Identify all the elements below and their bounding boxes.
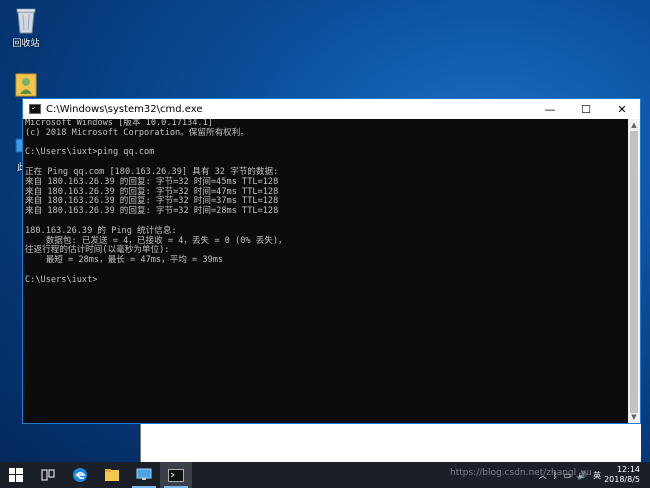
remote-desktop-button[interactable]	[128, 462, 160, 488]
start-button[interactable]	[0, 462, 32, 488]
clock-date: 2018/8/5	[604, 475, 640, 484]
cmd-window[interactable]: C:\Windows\system32\cmd.exe — ☐ ✕ Micros…	[22, 98, 641, 424]
close-button[interactable]: ✕	[604, 99, 640, 119]
edge-button[interactable]	[64, 462, 96, 488]
file-explorer-icon	[105, 469, 119, 481]
ime-indicator[interactable]: 英	[593, 470, 601, 481]
scroll-up-icon[interactable]: ▲	[628, 119, 640, 131]
minimize-button[interactable]: —	[532, 99, 568, 119]
cmd-icon	[168, 468, 184, 482]
watermark: https://blog.csdn.net/zhangl_yu	[450, 468, 592, 478]
clock[interactable]: 12:14 2018/8/5	[604, 465, 650, 485]
maximize-button[interactable]: ☐	[568, 99, 604, 119]
user-folder-icon	[13, 70, 39, 98]
task-view-button[interactable]	[32, 462, 64, 488]
cmd-titlebar[interactable]: C:\Windows\system32\cmd.exe — ☐ ✕	[23, 99, 640, 119]
clock-time: 12:14	[616, 465, 640, 474]
console-line: C:\Users\iuxt>	[25, 274, 98, 285]
start-icon	[9, 468, 23, 482]
desktop-icon-label: 回收站	[12, 39, 40, 49]
console-line: 最短 = 28ms，最长 = 47ms，平均 = 39ms	[25, 255, 224, 266]
file-explorer-button[interactable]	[96, 462, 128, 488]
edge-icon	[73, 468, 87, 482]
window-title: C:\Windows\system32\cmd.exe	[46, 103, 203, 115]
remote-desktop-icon	[136, 468, 152, 480]
vertical-scrollbar[interactable]: ▲ ▼	[628, 119, 640, 423]
cmd-taskbar-button[interactable]	[160, 462, 192, 488]
console-line: C:\Users\iuxt>ping qq.com	[25, 147, 155, 158]
console-output[interactable]: Microsoft Windows [版本 10.0.17134.1] (c) 2…	[23, 119, 628, 423]
task-view-icon	[41, 469, 55, 481]
recycle-bin-icon	[13, 6, 39, 34]
console-line: (c) 2018 Microsoft Corporation。保留所有权利。	[25, 127, 249, 138]
desktop-icon-recycle-bin[interactable]: 回收站	[6, 6, 46, 49]
scrollbar-thumb[interactable]	[630, 131, 638, 413]
console-line: 来自 180.163.26.39 的回复: 字节=32 时间=28ms TTL=…	[25, 206, 279, 217]
cmd-icon	[29, 104, 41, 114]
scroll-down-icon[interactable]: ▼	[628, 411, 640, 423]
